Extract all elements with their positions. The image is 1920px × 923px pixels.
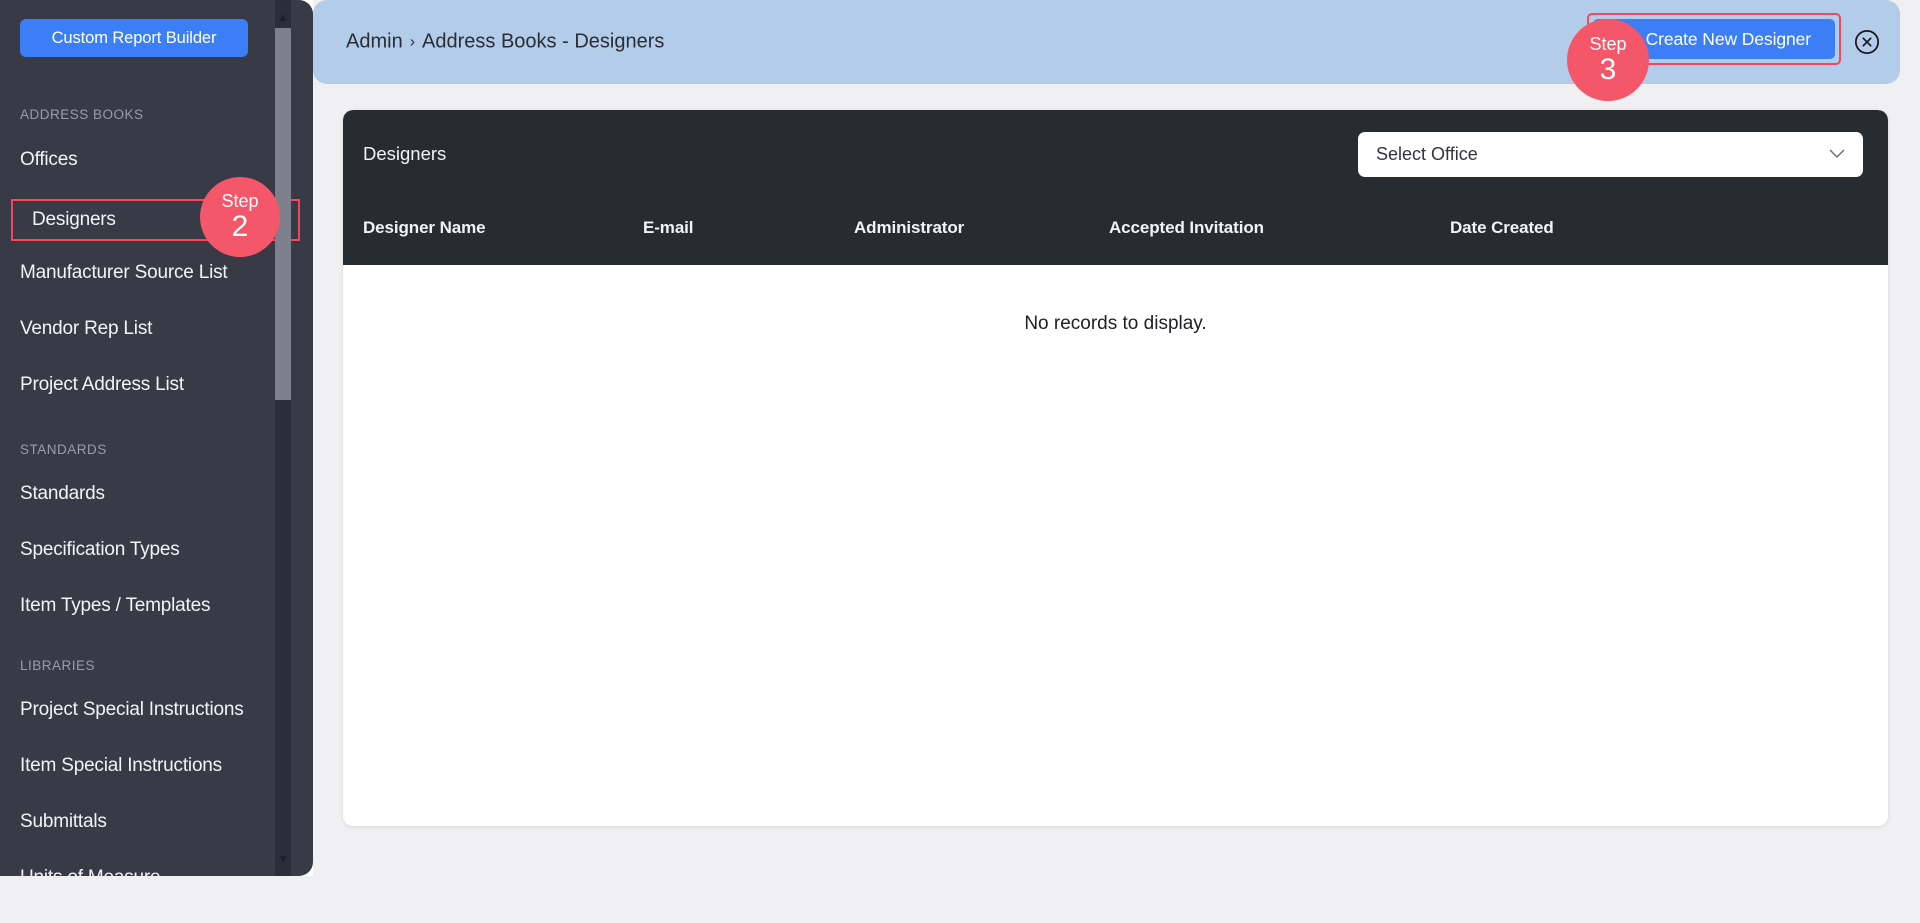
table-body: No records to display.: [343, 265, 1888, 826]
sidebar-item-offices[interactable]: Offices: [0, 143, 290, 177]
sidebar-item-submittals[interactable]: Submittals: [0, 805, 290, 839]
sidebar-item-label: Item Special Instructions: [20, 755, 222, 776]
top-header-bar: Admin › Address Books - Designers Create…: [313, 0, 1900, 84]
sidebar-item-label: Submittals: [20, 811, 107, 832]
column-header-designer-name[interactable]: Designer Name: [363, 218, 486, 238]
designers-card: Designers Select Office Designer Name E-m…: [343, 110, 1888, 826]
sidebar-item-specification-types[interactable]: Specification Types: [0, 533, 290, 567]
card-title: Designers: [363, 143, 447, 164]
sidebar-item-label: Offices: [20, 149, 78, 170]
sidebar-item-label: Specification Types: [20, 539, 180, 560]
select-office-dropdown[interactable]: Select Office: [1358, 132, 1863, 177]
scroll-up-arrow-icon[interactable]: ▲: [275, 8, 291, 26]
step-badge-2: Step 2: [200, 177, 280, 257]
column-header-e-mail[interactable]: E-mail: [643, 218, 694, 238]
sidebar-item-label: Item Types / Templates: [20, 595, 211, 616]
sidebar-item-label: Standards: [20, 483, 105, 504]
sidebar-item-units-of-measure[interactable]: Units of Measure: [0, 861, 290, 876]
sidebar-bottom-spacer: [0, 876, 313, 923]
sidebar-item-manufacturer-source-list[interactable]: Manufacturer Source List: [0, 256, 290, 290]
sidebar-item-item-types-templates[interactable]: Item Types / Templates: [0, 589, 290, 623]
sidebar-section-label-address-books: ADDRESS BOOKS: [20, 107, 144, 122]
sidebar-item-project-special-instructions[interactable]: Project Special Instructions: [0, 693, 290, 727]
sidebar-item-label: Manufacturer Source List: [20, 262, 228, 283]
app-root: Custom Report Builder ADDRESS BOOKS Offic…: [0, 0, 1920, 923]
create-new-designer-label: Create New Designer: [1645, 28, 1812, 49]
column-header-date-created[interactable]: Date Created: [1450, 218, 1554, 238]
breadcrumb-current: Address Books - Designers: [422, 30, 665, 53]
sidebar-item-vendor-rep-list[interactable]: Vendor Rep List: [0, 312, 290, 346]
sidebar-item-label: Project Address List: [20, 374, 184, 395]
chevron-down-icon: [1829, 147, 1845, 162]
sidebar-section-label-libraries: LIBRARIES: [20, 658, 96, 673]
sidebar-item-standards[interactable]: Standards: [0, 477, 290, 511]
select-office-value: Select Office: [1376, 144, 1478, 164]
table-column-headers: Designer Name E-mail Administrator Accepted…: [343, 208, 1888, 265]
sidebar-item-project-address-list[interactable]: Project Address List: [0, 368, 290, 402]
column-header-administrator[interactable]: Administrator: [854, 218, 964, 238]
custom-report-builder-button[interactable]: Custom Report Builder: [20, 19, 248, 57]
breadcrumb: Admin › Address Books - Designers: [346, 31, 664, 54]
step-badge-3-number: 3: [1599, 53, 1617, 86]
empty-state-message: No records to display.: [1024, 313, 1207, 334]
sidebar-item-label: Vendor Rep List: [20, 318, 153, 339]
breadcrumb-root[interactable]: Admin: [346, 31, 403, 54]
main-content: Admin › Address Books - Designers Create…: [313, 0, 1920, 923]
step-badge-2-number: 2: [231, 210, 249, 243]
sidebar: Custom Report Builder ADDRESS BOOKS Offic…: [0, 0, 313, 876]
sidebar-scrollbar-track[interactable]: ▲ ▼: [275, 0, 291, 876]
breadcrumb-chevron-icon: ›: [409, 33, 416, 50]
sidebar-item-label: Project Special Instructions: [20, 699, 244, 720]
column-header-accepted-invitation[interactable]: Accepted Invitation: [1109, 218, 1264, 238]
sidebar-section-label-standards: STANDARDS: [20, 442, 107, 457]
card-header: Designers Select Office Designer Name E-m…: [343, 110, 1888, 265]
sidebar-item-label: Units of Measure: [20, 867, 161, 876]
sidebar-item-item-special-instructions[interactable]: Item Special Instructions: [0, 749, 290, 783]
close-circle-icon[interactable]: [1854, 29, 1880, 55]
step-badge-3: Step 3: [1567, 19, 1649, 101]
sidebar-content: Custom Report Builder ADDRESS BOOKS Offic…: [0, 0, 300, 876]
sidebar-item-label: Designers: [32, 209, 116, 230]
step-badge-2-word: Step: [221, 191, 259, 211]
step-badge-3-word: Step: [1589, 34, 1627, 54]
scroll-down-arrow-icon[interactable]: ▼: [275, 850, 291, 868]
